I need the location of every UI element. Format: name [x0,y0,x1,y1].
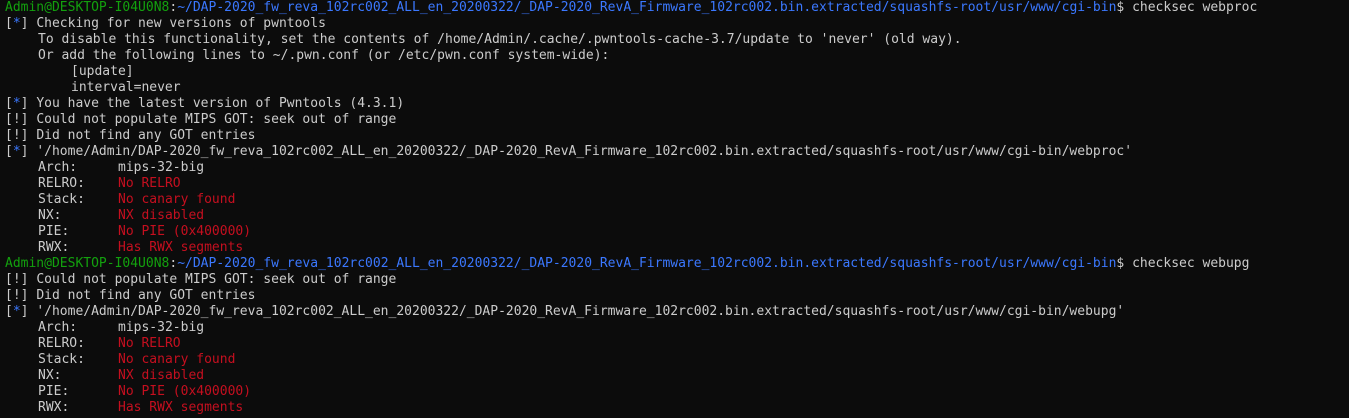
output-line: [!] Did not find any GOT entries [5,288,1349,304]
checksec-row: Stack: No canary found [5,192,1349,208]
status-bang-icon: ! [12,272,21,287]
command-text: checksec webproc [1132,0,1258,15]
checksec-value: No RELRO [118,336,181,351]
status-bracket-open: [ [5,16,13,31]
checksec-row: RWX: Has RWX segments [5,400,1349,416]
status-star-icon: * [12,304,21,319]
checksec-key: Stack: [38,192,85,207]
checksec-row: Stack: No canary found [5,352,1349,368]
output-text: Did not find any GOT entries [36,288,256,303]
output-line: [*] Checking for new versions of pwntool… [5,16,1349,32]
status-star-icon: * [12,16,21,31]
checksec-key: RWX: [38,240,70,255]
checksec-key: RELRO: [38,176,85,191]
checksec-key: Stack: [38,352,85,367]
prompt-line: Admin@DESKTOP-I04U0N8:~/DAP-2020_fw_reva… [5,0,1349,16]
output-line: [!] Did not find any GOT entries [5,128,1349,144]
checksec-key: Arch: [38,160,78,175]
prompt-dollar: $ [1116,256,1125,271]
checksec-row: NX: NX disabled [5,368,1349,384]
status-bracket-close: ] [20,96,29,111]
binary-path: '/home/Admin/DAP-2020_fw_reva_102rc002_A… [36,144,1133,159]
checksec-row: NX: NX disabled [5,208,1349,224]
prompt-path: ~/DAP-2020_fw_reva_102rc002_ALL_en_20200… [177,0,1117,15]
checksec-value: Has RWX segments [118,400,244,415]
output-text: Could not populate MIPS GOT: seek out of… [36,272,397,287]
output-text: To disable this functionality, set the c… [38,32,962,47]
status-bracket-close: ] [20,272,29,287]
prompt-user: Admin@DESKTOP-I04U0N8 [5,256,170,271]
checksec-key: Arch: [38,320,78,335]
output-line: [!] Could not populate MIPS GOT: seek ou… [5,272,1349,288]
status-star-icon: * [12,144,21,159]
output-text: Could not populate MIPS GOT: seek out of… [36,112,397,127]
checksec-value: mips-32-big [118,320,205,335]
output-text: You have the latest version of Pwntools … [36,96,405,111]
output-line: interval=never [5,80,1349,96]
output-line: Or add the following lines to ~/.pwn.con… [5,48,1349,64]
checksec-value: NX disabled [118,208,205,223]
checksec-key: RWX: [38,400,70,415]
checksec-key: PIE: [38,384,70,399]
prompt-dollar: $ [1116,0,1125,15]
status-star-icon: * [12,96,21,111]
checksec-row: Arch: mips-32-big [5,320,1349,336]
checksec-key: PIE: [38,224,70,239]
status-bracket-close: ] [20,288,29,303]
terminal-window[interactable]: Admin@DESKTOP-I04U0N8:~/DAP-2020_fw_reva… [0,0,1349,418]
checksec-value: No PIE (0x400000) [118,384,252,399]
status-bracket-open: [ [5,288,13,303]
checksec-value: No PIE (0x400000) [118,224,252,239]
binary-path: '/home/Admin/DAP-2020_fw_reva_102rc002_A… [36,304,1125,319]
status-bang-icon: ! [12,112,21,127]
status-bracket-close: ] [20,304,29,319]
checksec-key: RELRO: [38,336,85,351]
status-bracket-close: ] [20,144,29,159]
checksec-row: RWX: Has RWX segments [5,240,1349,256]
output-line: [!] Could not populate MIPS GOT: seek ou… [5,112,1349,128]
output-line: [*] '/home/Admin/DAP-2020_fw_reva_102rc0… [5,144,1349,160]
checksec-value: No RELRO [118,176,181,191]
status-bracket-open: [ [5,144,13,159]
status-bracket-close: ] [20,128,29,143]
prompt-user: Admin@DESKTOP-I04U0N8 [5,0,170,15]
output-line: [*] '/home/Admin/DAP-2020_fw_reva_102rc0… [5,304,1349,320]
checksec-row: PIE: No PIE (0x400000) [5,224,1349,240]
status-bracket-open: [ [5,128,13,143]
status-bang-icon: ! [12,288,21,303]
checksec-value: mips-32-big [118,160,205,175]
prompt-line: Admin@DESKTOP-I04U0N8:~/DAP-2020_fw_reva… [5,256,1349,272]
status-bracket-close: ] [20,112,29,127]
checksec-key: NX: [38,368,62,383]
checksec-row: RELRO: No RELRO [5,176,1349,192]
status-bracket-open: [ [5,96,13,111]
command-text: checksec webupg [1132,256,1250,271]
checksec-row: Arch: mips-32-big [5,160,1349,176]
status-bracket-open: [ [5,272,13,287]
checksec-value: No canary found [118,352,236,367]
output-line: To disable this functionality, set the c… [5,32,1349,48]
status-bracket-open: [ [5,304,13,319]
prompt-path: ~/DAP-2020_fw_reva_102rc002_ALL_en_20200… [177,256,1117,271]
output-text: interval=never [71,80,181,95]
output-text: Did not find any GOT entries [36,128,256,143]
checksec-value: No canary found [118,192,236,207]
checksec-row: RELRO: No RELRO [5,336,1349,352]
output-text: [update] [71,64,134,79]
checksec-value: Has RWX segments [118,240,244,255]
checksec-row: PIE: No PIE (0x400000) [5,384,1349,400]
output-line: [update] [5,64,1349,80]
checksec-key: NX: [38,208,62,223]
status-bracket-close: ] [20,16,29,31]
output-text: Or add the following lines to ~/.pwn.con… [38,48,610,63]
status-bracket-open: [ [5,112,13,127]
checksec-value: NX disabled [118,368,205,383]
status-bang-icon: ! [12,128,21,143]
output-text: Checking for new versions of pwntools [36,16,326,31]
output-line: [*] You have the latest version of Pwnto… [5,96,1349,112]
